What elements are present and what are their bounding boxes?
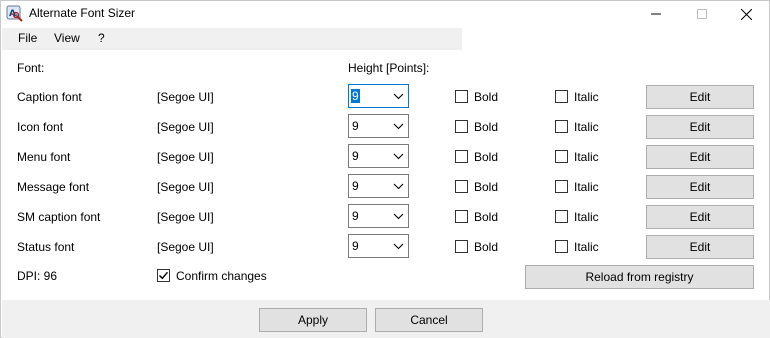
chevron-down-icon xyxy=(393,153,404,160)
app-window: A a Alternate Font Sizer File View ? Fon… xyxy=(0,0,770,338)
chevron-down-icon xyxy=(393,213,404,220)
height-dropdown[interactable]: 9 xyxy=(348,84,409,108)
maximize-icon xyxy=(697,9,707,19)
height-value: 9 xyxy=(352,179,359,193)
edit-button[interactable]: Edit xyxy=(646,205,754,229)
italic-label: Italic xyxy=(574,240,599,254)
edit-button[interactable]: Edit xyxy=(646,115,754,139)
menu-view[interactable]: View xyxy=(52,31,82,45)
chevron-down-icon xyxy=(393,243,404,250)
bold-label: Bold xyxy=(474,240,499,254)
bold-label: Bold xyxy=(474,210,499,224)
italic-label: Italic xyxy=(574,210,599,224)
minimize-icon xyxy=(651,13,661,15)
window-title: Alternate Font Sizer xyxy=(29,6,136,20)
edit-button[interactable]: Edit xyxy=(646,175,754,199)
height-dropdown[interactable]: 9 xyxy=(348,204,409,228)
bold-label: Bold xyxy=(474,180,499,194)
edit-button[interactable]: Edit xyxy=(646,85,754,109)
height-dropdown[interactable]: 9 xyxy=(348,114,409,138)
menu-file[interactable]: File xyxy=(16,31,39,45)
edit-button[interactable]: Edit xyxy=(646,235,754,259)
font-row-label: Message font xyxy=(17,180,90,194)
italic-checkbox[interactable] xyxy=(555,210,568,223)
apply-button[interactable]: Apply xyxy=(259,308,367,332)
confirm-changes-checkbox[interactable] xyxy=(157,269,170,282)
italic-checkbox[interactable] xyxy=(555,180,568,193)
font-row-label: SM caption font xyxy=(17,210,101,224)
close-button[interactable] xyxy=(723,1,769,27)
font-sizer-app-icon: A a xyxy=(6,5,24,23)
italic-checkbox[interactable] xyxy=(555,150,568,163)
height-header: Height [Points]: xyxy=(348,61,430,75)
italic-checkbox[interactable] xyxy=(555,240,568,253)
italic-label: Italic xyxy=(574,180,599,194)
font-row-label: Caption font xyxy=(17,90,82,104)
italic-checkbox[interactable] xyxy=(555,120,568,133)
confirm-changes-label: Confirm changes xyxy=(176,269,267,283)
italic-label: Italic xyxy=(574,150,599,164)
menu-help[interactable]: ? xyxy=(96,31,107,45)
bold-checkbox[interactable] xyxy=(455,90,468,103)
italic-checkbox[interactable] xyxy=(555,90,568,103)
title-bar[interactable]: A a Alternate Font Sizer xyxy=(1,1,769,27)
font-face-value: [Segoe UI] xyxy=(157,150,214,164)
height-dropdown[interactable]: 9 xyxy=(348,144,409,168)
font-row-label: Menu font xyxy=(17,150,71,164)
font-face-value: [Segoe UI] xyxy=(157,180,214,194)
height-value: 9 xyxy=(352,119,359,133)
italic-label: Italic xyxy=(574,120,599,134)
bold-label: Bold xyxy=(474,90,499,104)
minimize-button[interactable] xyxy=(633,1,679,27)
height-dropdown[interactable]: 9 xyxy=(348,174,409,198)
dpi-label: DPI: 96 xyxy=(17,269,58,283)
reload-from-registry-button[interactable]: Reload from registry xyxy=(525,265,754,289)
font-face-value: [Segoe UI] xyxy=(157,90,214,104)
bold-label: Bold xyxy=(474,120,499,134)
font-face-value: [Segoe UI] xyxy=(157,120,214,134)
bold-checkbox[interactable] xyxy=(455,120,468,133)
chevron-down-icon xyxy=(393,183,404,190)
height-value: 9 xyxy=(352,149,359,163)
bold-checkbox[interactable] xyxy=(455,210,468,223)
cancel-button[interactable]: Cancel xyxy=(375,308,483,332)
italic-label: Italic xyxy=(574,90,599,104)
dialog-footer: Apply Cancel xyxy=(2,300,770,338)
height-value: 9 xyxy=(352,209,359,223)
bold-checkbox[interactable] xyxy=(455,240,468,253)
maximize-button[interactable] xyxy=(679,1,725,27)
chevron-down-icon xyxy=(393,123,404,130)
font-face-value: [Segoe UI] xyxy=(157,240,214,254)
chevron-down-icon xyxy=(393,93,404,100)
font-header: Font: xyxy=(17,61,45,75)
checkmark-icon xyxy=(159,271,169,280)
close-icon xyxy=(740,8,752,20)
font-face-value: [Segoe UI] xyxy=(157,210,214,224)
bold-checkbox[interactable] xyxy=(455,150,468,163)
font-row-label: Status font xyxy=(17,240,75,254)
height-value: 9 xyxy=(351,89,360,103)
height-value: 9 xyxy=(352,239,359,253)
bold-label: Bold xyxy=(474,150,499,164)
edit-button[interactable]: Edit xyxy=(646,145,754,169)
font-row-label: Icon font xyxy=(17,120,64,134)
menu-bar: File View ? xyxy=(2,28,462,50)
height-dropdown[interactable]: 9 xyxy=(348,234,409,258)
bold-checkbox[interactable] xyxy=(455,180,468,193)
